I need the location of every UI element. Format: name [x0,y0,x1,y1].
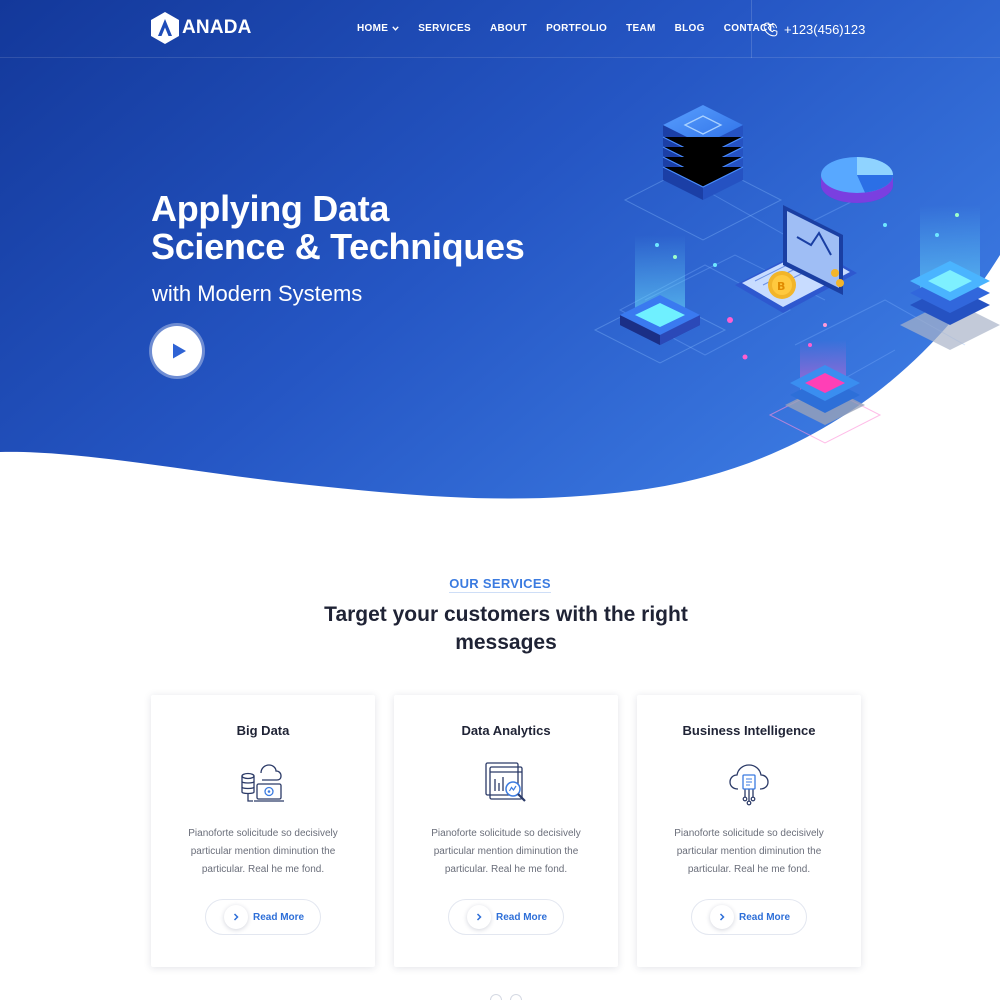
read-more-button[interactable]: Read More [205,899,321,935]
main-nav: HOME SERVICES ABOUT PORTFOLIO TEAM BLOG … [357,21,793,35]
nav-item-team[interactable]: TEAM [626,21,656,35]
brand-logo[interactable]: ANADA [150,11,252,45]
chevron-right-icon [233,913,239,921]
play-video-button[interactable] [152,326,202,376]
services-tag: OUR SERVICES [0,576,1000,593]
service-card-big-data: Big Data Pianoforte solicitude so decisi… [151,695,375,967]
carousel-dots [490,994,530,1000]
nav-item-label: BLOG [674,22,705,34]
card-description: Pianoforte solicitude so decisively part… [431,828,581,875]
read-more-label: Read More [253,911,305,923]
arrow-circle [224,905,248,929]
hero-title: Applying Data Science & Techniques [151,188,525,267]
logo-hexagon-icon [151,12,179,44]
pie-chart-illustration [821,157,894,203]
svg-text:B: B [777,280,785,293]
data-network-illustration: B [593,105,1000,444]
cyan-block-illustration [593,235,727,364]
nav-item-label: PORTFOLIO [546,22,608,34]
analytics-magnifier-icon [485,762,526,802]
read-more-button[interactable]: Read More [691,899,807,935]
card-description: Pianoforte solicitude so decisively part… [188,828,338,875]
play-icon [172,343,186,359]
chevron-down-icon [392,25,399,31]
right-stack-illustration [900,205,1000,350]
phone-link[interactable]: +123(456)123 [762,21,865,38]
service-card-data-analytics: Data Analytics Pianoforte solicitude so … [394,695,618,967]
services-tag-label: OUR SERVICES [449,576,551,593]
brand-name: ANADA [182,17,252,38]
nav-item-label: HOME [357,22,389,34]
nav-item-label: ABOUT [490,22,528,34]
services-heading: Target your customers with the right mes… [324,603,688,654]
phone-number: +123(456)123 [784,22,866,37]
service-card-business-intelligence: Business Intelligence Pianoforte solicit… [637,695,861,967]
pink-block-illustration [768,340,882,444]
phone-icon [763,22,778,37]
laptop-illustration: B [735,205,857,313]
hero-section: ANADA HOME SERVICES ABOUT PORTFOLIO TEAM… [0,0,1000,500]
nav-item-about[interactable]: ABOUT [490,21,527,35]
nav-item-services[interactable]: SERVICES [418,21,471,35]
read-more-label: Read More [496,911,548,923]
hero-title-line2: Science & Techniques [151,226,525,267]
chevron-right-icon [476,913,482,921]
arrow-circle [710,905,734,929]
nav-item-portfolio[interactable]: PORTFOLIO [546,21,607,35]
nav-item-label: SERVICES [418,22,471,34]
chevron-right-icon [719,913,725,921]
cloud-circuit-icon [729,764,769,806]
carousel-dot[interactable] [490,994,502,1000]
hero-subtitle: with Modern Systems [152,281,363,306]
card-description: Pianoforte solicitude so decisively part… [674,828,824,875]
read-more-button[interactable]: Read More [448,899,564,935]
nav-divider [751,0,752,58]
nav-item-label: TEAM [626,22,656,34]
hero-title-line1: Applying Data [151,188,390,229]
carousel-dot[interactable] [510,994,522,1000]
card-title: Big Data [236,723,290,738]
arrow-circle [467,905,491,929]
nav-item-blog[interactable]: BLOG [675,21,705,35]
card-title: Data Analytics [461,723,551,738]
card-title: Business Intelligence [682,723,816,738]
nav-item-home[interactable]: HOME [357,21,399,35]
top-navbar: ANADA HOME SERVICES ABOUT PORTFOLIO TEAM… [0,0,1000,58]
read-more-label: Read More [739,911,791,923]
cloud-database-icon [241,764,284,802]
